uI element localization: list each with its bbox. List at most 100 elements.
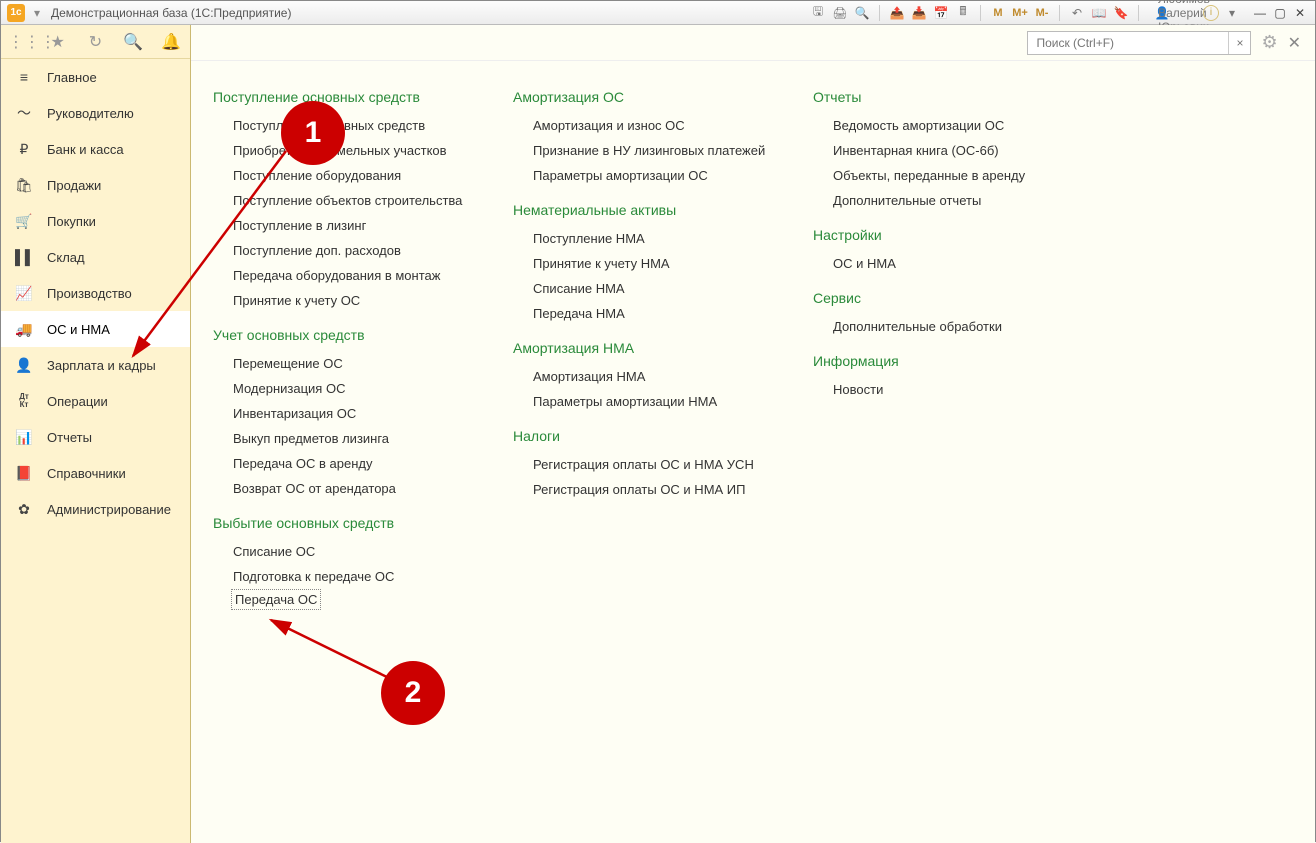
content-pane: × ⚙ ✕ Поступление основных средств Поступ…: [191, 25, 1315, 843]
link-item[interactable]: Дополнительные обработки: [813, 314, 1073, 339]
link-item[interactable]: Списание ОС: [213, 539, 483, 564]
link-item[interactable]: Новости: [813, 377, 1073, 402]
nav-label: Банк и касса: [47, 142, 124, 157]
section-title[interactable]: Поступление основных средств: [213, 89, 483, 105]
nav-label: Операции: [47, 394, 108, 409]
minimize-button[interactable]: —: [1251, 5, 1269, 21]
nav-label: Продажи: [47, 178, 101, 193]
search-box[interactable]: ×: [1027, 31, 1251, 55]
link-item[interactable]: Амортизация НМА: [513, 364, 783, 389]
nav-icon: 🛍: [15, 177, 33, 194]
history-icon[interactable]: ↻: [83, 32, 107, 52]
title-icon-group: 🖫 🖨 🔍 📤 📥 📅 🖩 M M+ M- ↶ 📖 🔖 👤 Любимов Ва…: [809, 4, 1245, 22]
nav-icon: 📈: [15, 285, 33, 302]
window-title: Демонстрационная база (1С:Предприятие): [51, 6, 291, 20]
link-item[interactable]: Подготовка к передаче ОС: [213, 564, 483, 589]
back-icon[interactable]: ↶: [1068, 4, 1086, 22]
nav-item-9[interactable]: Дт Кт Операции: [1, 383, 190, 419]
search-icon[interactable]: 🔍: [121, 32, 145, 52]
nav-item-10[interactable]: 📊 Отчеты: [1, 419, 190, 455]
section-title[interactable]: Амортизация ОС: [513, 89, 783, 105]
section-title[interactable]: Отчеты: [813, 89, 1073, 105]
nav-icon: Дт Кт: [15, 393, 33, 409]
annotation-circle-1: 1: [281, 101, 345, 165]
annotation-circle-2: 2: [381, 661, 445, 725]
nav-item-12[interactable]: ✿ Администрирование: [1, 491, 190, 527]
link-item[interactable]: Регистрация оплаты ОС и НМА УСН: [513, 452, 783, 477]
link-item[interactable]: Передача ОС: [231, 589, 321, 610]
apps-icon[interactable]: ⋮⋮⋮: [8, 32, 32, 52]
nav-icon: ▌▌: [15, 249, 33, 265]
link-item[interactable]: Признание в НУ лизинговых платежей: [513, 138, 783, 163]
info-icon[interactable]: i: [1203, 5, 1219, 21]
nav-icon: 🛒: [15, 213, 33, 230]
m-minus-button[interactable]: M-: [1033, 4, 1051, 22]
section-title[interactable]: Налоги: [513, 428, 783, 444]
nav-icon: 〜: [15, 103, 33, 123]
link-item[interactable]: Ведомость амортизации ОС: [813, 113, 1073, 138]
section-title[interactable]: Выбытие основных средств: [213, 515, 483, 531]
link-item[interactable]: Списание НМА: [513, 276, 783, 301]
nav-icon: 🚚: [15, 321, 33, 338]
clipboard-out-icon[interactable]: 📤: [888, 4, 906, 22]
star-icon[interactable]: ★: [46, 32, 70, 52]
nav-label: Руководителю: [47, 106, 134, 121]
link-item[interactable]: Дополнительные отчеты: [813, 188, 1073, 213]
nav-label: Склад: [47, 250, 85, 265]
nav-label: Отчеты: [47, 430, 92, 445]
link-item[interactable]: Возврат ОС от арендатора: [213, 476, 483, 501]
link-item[interactable]: Поступление НМА: [513, 226, 783, 251]
panel-close-button[interactable]: ✕: [1288, 33, 1301, 53]
search-clear-button[interactable]: ×: [1228, 32, 1250, 54]
nav-label: ОС и НМА: [47, 322, 110, 337]
link-item[interactable]: Инвентарная книга (ОС-6б): [813, 138, 1073, 163]
clipboard-in-icon[interactable]: 📥: [910, 4, 928, 22]
m-button[interactable]: M: [989, 4, 1007, 22]
link-item[interactable]: Параметры амортизации ОС: [513, 163, 783, 188]
section-title[interactable]: Настройки: [813, 227, 1073, 243]
link-item[interactable]: Передача НМА: [513, 301, 783, 326]
nav-label: Производство: [47, 286, 132, 301]
link-item[interactable]: Выкуп предметов лизинга: [213, 426, 483, 451]
preview-icon[interactable]: 🔍: [853, 4, 871, 22]
section-title[interactable]: Сервис: [813, 290, 1073, 306]
nav-label: Справочники: [47, 466, 126, 481]
close-button[interactable]: ✕: [1291, 5, 1309, 21]
section-title[interactable]: Нематериальные активы: [513, 202, 783, 218]
link-item[interactable]: Передача ОС в аренду: [213, 451, 483, 476]
save-icon[interactable]: 🖫: [809, 4, 827, 22]
book-icon[interactable]: 📖: [1090, 4, 1108, 22]
link-item[interactable]: Инвентаризация ОС: [213, 401, 483, 426]
nav-icon: ✿: [15, 501, 33, 518]
nav-icon: 👤: [15, 357, 33, 374]
print-icon[interactable]: 🖨: [831, 4, 849, 22]
title-bar: 1c ▾ Демонстрационная база (1С:Предприят…: [1, 1, 1315, 25]
bell-icon[interactable]: 🔔: [159, 32, 183, 52]
nav-icon: ≡: [15, 69, 33, 85]
sidebar-tool-row: ⋮⋮⋮ ★ ↻ 🔍 🔔: [1, 25, 190, 59]
m-plus-button[interactable]: M+: [1011, 4, 1029, 22]
calculator-icon[interactable]: 🖩: [954, 4, 972, 22]
section-title[interactable]: Информация: [813, 353, 1073, 369]
nav-icon: 📊: [15, 429, 33, 446]
nav-icon: 📕: [15, 465, 33, 482]
nav-item-11[interactable]: 📕 Справочники: [1, 455, 190, 491]
app-menu-dropdown[interactable]: ▾: [29, 5, 45, 21]
maximize-button[interactable]: ▢: [1271, 5, 1289, 21]
gear-icon[interactable]: ⚙: [1261, 32, 1277, 53]
help-dropdown-icon[interactable]: ▾: [1223, 4, 1241, 22]
current-user[interactable]: 👤 Любимов Валерий Юрьевич: [1153, 4, 1193, 22]
search-input[interactable]: [1028, 36, 1228, 50]
calendar-icon[interactable]: 📅: [932, 4, 950, 22]
link-item[interactable]: Принятие к учету НМА: [513, 251, 783, 276]
section-title[interactable]: Амортизация НМА: [513, 340, 783, 356]
user-name-label: Любимов Валерий Юрьевич: [1175, 4, 1193, 22]
link-item[interactable]: ОС и НМА: [813, 251, 1073, 276]
bookmark-icon[interactable]: 🔖: [1112, 4, 1130, 22]
link-item[interactable]: Объекты, переданные в аренду: [813, 163, 1073, 188]
link-item[interactable]: Амортизация и износ ОС: [513, 113, 783, 138]
link-item[interactable]: Регистрация оплаты ОС и НМА ИП: [513, 477, 783, 502]
nav-item-0[interactable]: ≡Главное: [1, 59, 190, 95]
nav-label: Администрирование: [47, 502, 171, 517]
link-item[interactable]: Параметры амортизации НМА: [513, 389, 783, 414]
